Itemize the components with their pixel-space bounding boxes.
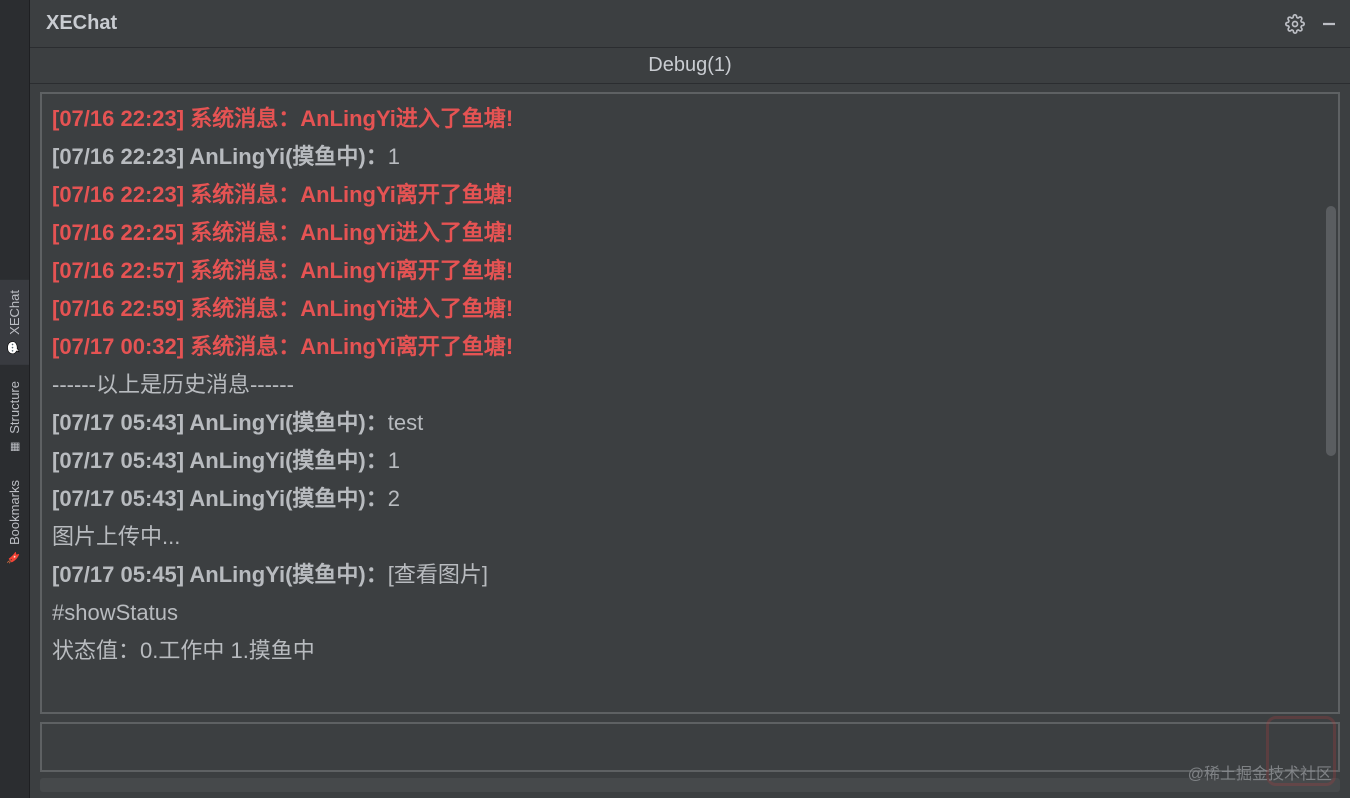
bookmark-icon: 🔖 — [8, 551, 22, 565]
chat-message: [07/17 05:43] AnLingYi(摸鱼中)：1 — [52, 442, 1328, 480]
side-tab-bookmarks[interactable]: 🔖 Bookmarks — [0, 470, 29, 575]
chat-input-frame — [40, 722, 1340, 772]
gear-icon — [1285, 14, 1305, 34]
chat-log-panel[interactable]: [07/16 22:23] 系统消息：AnLingYi进入了鱼塘![07/16 … — [40, 92, 1340, 714]
chat-message: #showStatus — [52, 594, 1328, 632]
chat-message: [07/16 22:23] 系统消息：AnLingYi离开了鱼塘! — [52, 176, 1328, 214]
tool-window: XEChat Debug(1) [07/16 22:23] 系统消息：AnLin… — [30, 0, 1350, 798]
side-tab-label: XEChat — [7, 290, 22, 335]
chat-message: [07/16 22:25] 系统消息：AnLingYi进入了鱼塘! — [52, 214, 1328, 252]
side-tab-label: Bookmarks — [7, 480, 22, 545]
chat-message: ------以上是历史消息------ — [52, 366, 1328, 404]
minimize-icon — [1320, 15, 1338, 33]
chat-message: [07/17 00:32] 系统消息：AnLingYi离开了鱼塘! — [52, 328, 1328, 366]
minimize-button[interactable] — [1318, 13, 1340, 35]
chat-message: [07/16 22:59] 系统消息：AnLingYi进入了鱼塘! — [52, 290, 1328, 328]
content-tab-bar: Debug(1) — [30, 48, 1350, 84]
chat-log: [07/16 22:23] 系统消息：AnLingYi进入了鱼塘![07/16 … — [42, 94, 1338, 710]
side-tool-tabs: 💬 XEChat ▦ Structure 🔖 Bookmarks — [0, 0, 30, 798]
chat-message: [07/17 05:45] AnLingYi(摸鱼中)：[查看图片] — [52, 556, 1328, 594]
chat-message: [07/17 05:43] AnLingYi(摸鱼中)：2 — [52, 480, 1328, 518]
active-tab[interactable]: Debug(1) — [648, 54, 731, 77]
chat-message: [07/16 22:23] AnLingYi(摸鱼中)：1 — [52, 138, 1328, 176]
scrollbar-thumb[interactable] — [1326, 206, 1336, 456]
tool-window-titlebar: XEChat — [30, 0, 1350, 48]
chat-message: [07/16 22:23] 系统消息：AnLingYi进入了鱼塘! — [52, 100, 1328, 138]
chat-message: 状态值：0.工作中 1.摸鱼中 — [52, 632, 1328, 670]
watermark-text: @稀土掘金技术社区 — [1188, 760, 1332, 784]
chat-icon: 💬 — [8, 341, 22, 355]
chat-message: [07/16 22:57] 系统消息：AnLingYi离开了鱼塘! — [52, 252, 1328, 290]
tool-window-title: XEChat — [46, 12, 117, 35]
side-tab-structure[interactable]: ▦ Structure — [0, 371, 29, 464]
horizontal-scrollbar[interactable] — [40, 778, 1340, 792]
side-tab-label: Structure — [7, 381, 22, 434]
side-tab-xechat[interactable]: 💬 XEChat — [0, 280, 29, 365]
chat-input[interactable] — [42, 724, 1338, 770]
tool-window-actions — [1284, 13, 1340, 35]
settings-button[interactable] — [1284, 13, 1306, 35]
structure-icon: ▦ — [8, 440, 22, 454]
chat-message: 图片上传中... — [52, 518, 1328, 556]
chat-message: [07/17 05:43] AnLingYi(摸鱼中)：test — [52, 404, 1328, 442]
